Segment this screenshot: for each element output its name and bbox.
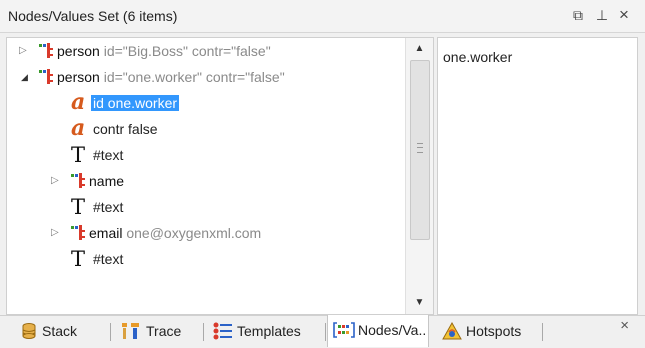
tab-divider: [203, 323, 204, 341]
templates-icon: [213, 322, 232, 340]
selected-attribute-label: id one.worker: [91, 95, 180, 111]
tab-label: Stack: [42, 323, 78, 339]
tab-stack[interactable]: Stack: [14, 316, 114, 347]
tree-row-label: #text: [93, 199, 124, 215]
tree-row-selected[interactable]: a id one.worker: [7, 89, 402, 116]
tree-row[interactable]: ◢ person id="one.worker" contr="false": [7, 64, 402, 90]
nodes-values-icon: [333, 322, 355, 338]
close-icon[interactable]: ×: [614, 5, 634, 25]
tab-hotspots[interactable]: Hotspots: [436, 316, 546, 347]
tree-row-label: person id="Big.Boss" contr="false": [57, 38, 271, 64]
element-icon: [39, 69, 53, 84]
tree-row[interactable]: a contr false: [7, 115, 402, 142]
tab-divider: [325, 323, 326, 341]
element-icon: [39, 43, 53, 58]
tree-row-label: id one.worker: [91, 90, 180, 116]
tree-row-label: name: [89, 168, 124, 194]
panel-title: Nodes/Values Set (6 items): [8, 8, 178, 24]
scroll-up-icon[interactable]: ▲: [406, 40, 433, 58]
text-node-icon: T: [71, 143, 86, 167]
scroll-down-icon[interactable]: ▼: [406, 294, 433, 312]
tab-trace[interactable]: Trace: [114, 316, 204, 347]
expand-arrow-icon[interactable]: ▷: [51, 168, 63, 194]
value-pane[interactable]: one.worker: [437, 37, 638, 315]
expand-arrow-icon[interactable]: ▷: [51, 220, 63, 246]
grip-icon: [417, 143, 423, 153]
stack-icon: [22, 323, 36, 339]
tree-vertical-scrollbar[interactable]: ▲ ▼: [405, 38, 433, 314]
expand-arrow-icon[interactable]: ▷: [19, 38, 31, 64]
element-name: person: [57, 43, 100, 59]
attribute-icon: a: [71, 115, 86, 141]
text-node-icon: T: [71, 195, 86, 219]
element-name: email: [89, 225, 123, 241]
tree-row[interactable]: ▷ person id="Big.Boss" contr="false": [7, 38, 402, 64]
tree-row-label: email one@oxygenxml.com: [89, 220, 261, 246]
element-icon: [71, 173, 85, 188]
element-name: person: [57, 69, 100, 85]
tab-label: Trace: [146, 323, 182, 339]
tree-row[interactable]: ▷ name: [7, 168, 402, 194]
pin-icon[interactable]: ⊥: [592, 5, 612, 25]
element-icon: [71, 225, 85, 240]
tree-row[interactable]: T #text: [7, 142, 402, 168]
nodes-values-panel: Nodes/Values Set (6 items) ⧉ ⊥ × ▷ perso…: [0, 0, 645, 348]
bottom-tab-bar: Stack Trace Templates Nodes/Va.. Hotspot…: [0, 315, 645, 348]
tree-row[interactable]: ▷ email one@oxygenxml.com: [7, 220, 402, 246]
element-attributes: id="Big.Boss" contr="false": [103, 43, 271, 59]
trace-icon: [122, 323, 139, 339]
tab-templates[interactable]: Templates: [207, 316, 325, 347]
tree-row[interactable]: T #text: [7, 246, 402, 272]
node-tree[interactable]: ▷ person id="Big.Boss" contr="false" ◢ p…: [6, 37, 434, 315]
element-attributes: id="one.worker" contr="false": [103, 69, 285, 85]
tab-label: Templates: [237, 323, 301, 339]
tree-row-label: contr false: [93, 121, 158, 137]
close-view-icon[interactable]: ×: [620, 317, 629, 334]
hotspots-icon: [442, 322, 462, 340]
tab-label: Hotspots: [466, 323, 522, 339]
tree-row[interactable]: T #text: [7, 194, 402, 220]
tab-label: Nodes/Va..: [358, 322, 427, 338]
collapse-arrow-icon[interactable]: ◢: [21, 64, 33, 90]
element-attributes: one@oxygenxml.com: [126, 225, 262, 241]
attribute-icon: a: [71, 89, 86, 115]
tab-divider: [542, 323, 543, 341]
node-value-text: one.worker: [443, 49, 513, 65]
tree-row-label: #text: [93, 251, 124, 267]
text-node-icon: T: [71, 247, 86, 271]
panel-titlebar: Nodes/Values Set (6 items) ⧉ ⊥ ×: [0, 0, 645, 33]
element-name: name: [89, 173, 125, 189]
tab-nodes-values[interactable]: Nodes/Va..: [327, 315, 429, 347]
scrollbar-thumb[interactable]: [410, 60, 430, 240]
restore-icon[interactable]: ⧉: [568, 5, 588, 25]
tab-divider: [110, 323, 111, 341]
tree-row-label: person id="one.worker" contr="false": [57, 64, 285, 90]
tree-row-label: #text: [93, 147, 124, 163]
